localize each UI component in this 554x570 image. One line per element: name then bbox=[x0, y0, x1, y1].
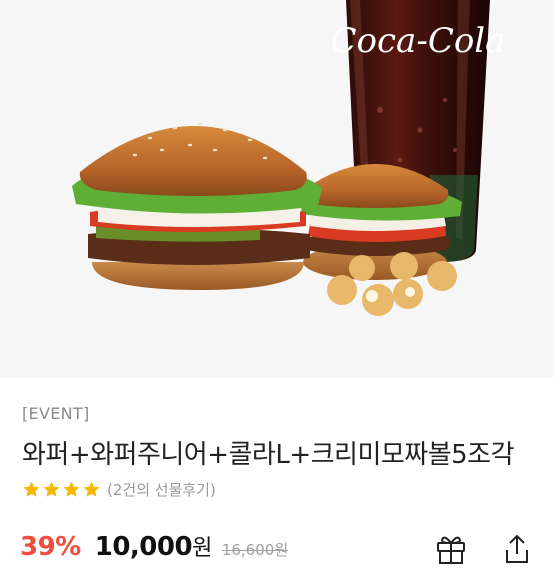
star-icon bbox=[83, 481, 100, 497]
burger-whopper bbox=[72, 122, 322, 290]
star-icon bbox=[43, 481, 60, 497]
share-button[interactable] bbox=[500, 530, 534, 564]
svg-text:Coca-Cola: Coca-Cola bbox=[331, 21, 506, 61]
star-icon bbox=[23, 481, 40, 497]
product-title: 와퍼+와퍼주니어+콜라L+크리미모짜볼5조각 bbox=[22, 440, 515, 470]
review-count[interactable]: (2건의 선물후기) bbox=[107, 479, 216, 500]
price-row: 39% 10,000원 16,600원 bbox=[20, 530, 288, 570]
gift-button[interactable] bbox=[434, 530, 468, 564]
event-tag: [EVENT] bbox=[22, 404, 90, 423]
gift-icon bbox=[437, 536, 465, 564]
discount-rate: 39% bbox=[20, 532, 81, 562]
star-icon bbox=[63, 481, 80, 497]
rating-stars bbox=[22, 480, 101, 499]
product-image: Coca-Cola bbox=[0, 0, 554, 378]
original-price: 16,600원 bbox=[221, 541, 289, 559]
sale-price: 10,000원 bbox=[94, 530, 213, 562]
sale-price-amount: 10,000 bbox=[94, 532, 193, 562]
share-icon bbox=[506, 534, 528, 563]
sale-price-unit: 원 bbox=[192, 536, 212, 561]
rating-row[interactable]: (2건의 선물후기) bbox=[22, 478, 216, 500]
